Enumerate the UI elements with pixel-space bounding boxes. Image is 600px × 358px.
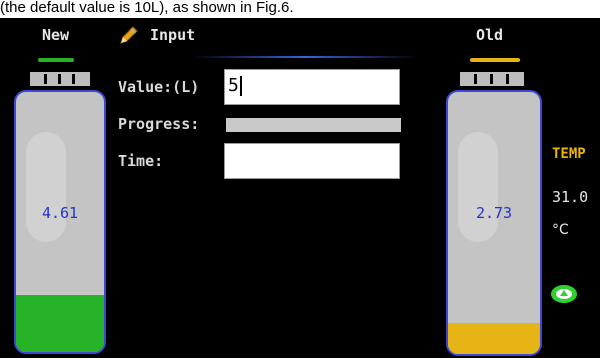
time-input[interactable]: [224, 143, 400, 179]
text-cursor: [239, 76, 242, 96]
value-input-text: 5: [228, 75, 239, 96]
status-eye-icon: [550, 284, 578, 304]
document-caption: (the default value is 10L), as shown in …: [0, 0, 600, 18]
new-underline: [38, 58, 74, 62]
time-label: Time:: [118, 152, 164, 170]
old-underline: [470, 58, 520, 62]
old-header: Old: [476, 26, 504, 44]
temp-value: 31.0: [552, 188, 589, 206]
new-battery: 4.61: [14, 90, 106, 354]
value-label: Value:(L): [118, 78, 200, 96]
header-divider: [190, 56, 420, 58]
temp-unit: °C: [552, 222, 569, 238]
old-battery: 2.73: [446, 90, 542, 356]
device-screen: New Input Old 4.61 2.73 Value:(L) 5 Prog…: [0, 18, 600, 358]
new-battery-level: [16, 294, 104, 352]
old-battery-shine: [458, 132, 498, 242]
new-header: New: [42, 26, 70, 44]
progress-label: Progress:: [118, 115, 200, 133]
old-battery-cap: [460, 72, 524, 86]
new-battery-shine: [26, 132, 66, 242]
pencil-icon: [118, 24, 140, 46]
old-battery-value: 2.73: [475, 204, 513, 222]
old-battery-level: [448, 322, 540, 354]
progress-bar: [226, 118, 401, 132]
temp-title: TEMP: [552, 146, 586, 162]
value-input[interactable]: 5: [224, 69, 400, 105]
input-header: Input: [150, 26, 196, 44]
new-battery-cap: [30, 72, 90, 86]
new-battery-value: 4.61: [41, 204, 79, 222]
